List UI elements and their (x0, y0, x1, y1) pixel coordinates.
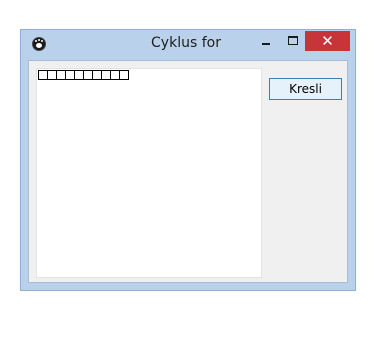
minimize-button[interactable] (252, 31, 279, 51)
app-window: Cyklus for ✕ Kresli (20, 29, 356, 291)
client-area: Kresli (28, 60, 348, 283)
draw-button[interactable]: Kresli (269, 78, 342, 100)
box-row (38, 70, 129, 80)
drawing-canvas (36, 68, 262, 278)
title-bar[interactable]: Cyklus for ✕ (21, 30, 355, 58)
close-icon: ✕ (321, 32, 334, 50)
maximize-icon (288, 36, 298, 45)
minimize-icon (262, 43, 270, 45)
close-button[interactable]: ✕ (305, 31, 350, 51)
drawn-square (119, 70, 129, 80)
maximize-button[interactable] (280, 31, 306, 51)
